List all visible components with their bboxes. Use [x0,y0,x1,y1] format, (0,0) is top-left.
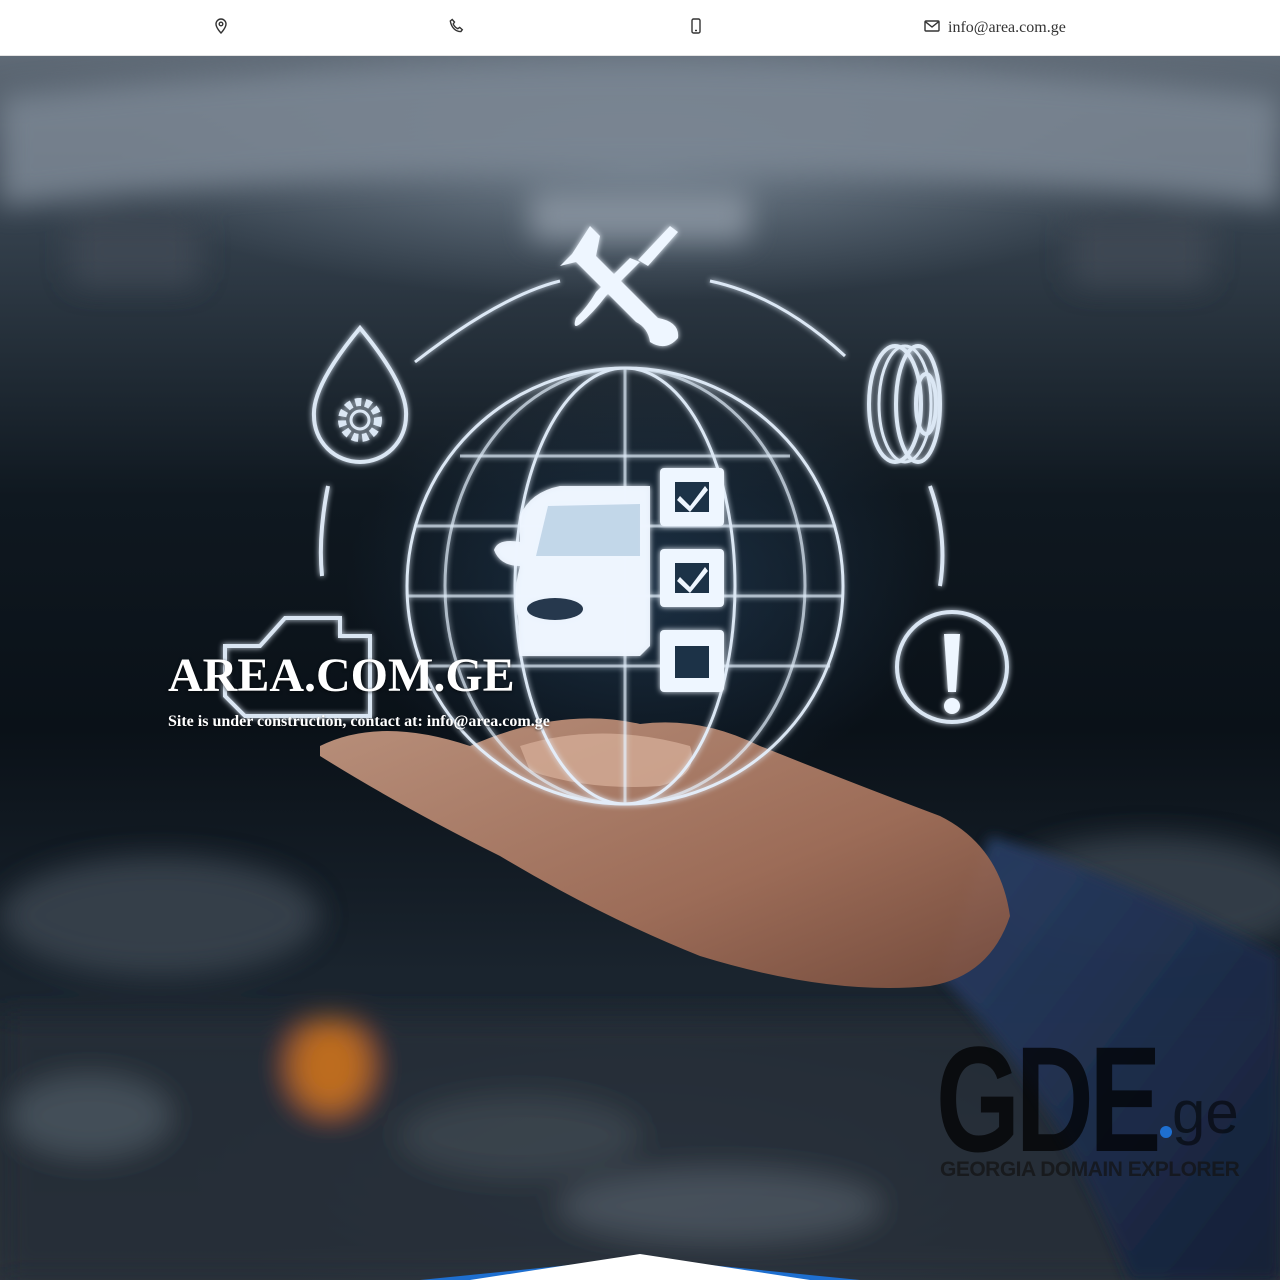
watermark-brand: GDE [936,1015,1161,1183]
watermark-tagline: GEORGIA DOMAIN EXPLORER [940,1158,1240,1181]
hero-section: AREA.COM.GE Site is under construction, … [0,56,1280,1280]
phone-item[interactable] [449,0,473,56]
watermark-dot [1160,1126,1172,1138]
location-item[interactable] [213,0,237,56]
phone-icon [449,18,465,39]
mobile-item[interactable] [688,0,712,56]
section-divider-notch [420,1254,860,1280]
mobile-phone-icon [688,17,704,39]
envelope-icon [924,18,940,39]
email-link[interactable]: info@area.com.ge [948,19,1066,37]
watermark-tld: ge [1172,1079,1239,1146]
construction-notice: Site is under construction, contact at: … [168,713,550,730]
email-item[interactable]: info@area.com.ge [924,0,1066,56]
map-pin-icon [213,17,229,39]
contact-bar: info@area.com.ge [0,0,1280,56]
page-title: AREA.COM.GE [168,649,515,702]
gde-watermark-logo: GDE ge GEORGIA DOMAIN EXPLORER [936,1015,1246,1204]
